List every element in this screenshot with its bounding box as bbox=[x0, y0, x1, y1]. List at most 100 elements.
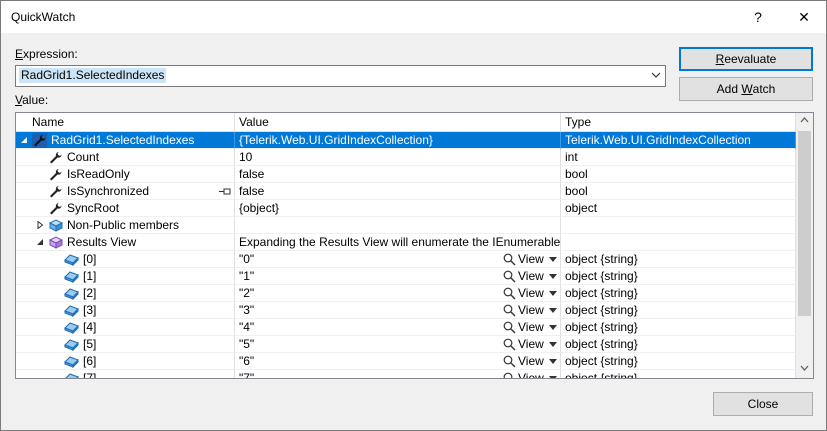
table-row[interactable]: IsReadOnly false bool bbox=[16, 166, 796, 183]
name-cell[interactable]: [4] bbox=[16, 319, 235, 336]
type-cell[interactable]: object {string} bbox=[561, 319, 796, 336]
table-row[interactable]: [3] "3" View object {string} bbox=[16, 302, 796, 319]
table-row[interactable]: [0] "0" View object {string} bbox=[16, 251, 796, 268]
table-row[interactable]: [4] "4" View object {string} bbox=[16, 319, 796, 336]
reevaluate-button[interactable]: Reevaluate bbox=[679, 47, 813, 71]
table-row[interactable]: Non-Public members bbox=[16, 217, 796, 234]
value-cell[interactable]: "0" View bbox=[235, 251, 561, 268]
name-cell[interactable]: [7] bbox=[16, 370, 235, 378]
pin-icon[interactable] bbox=[219, 187, 231, 196]
visualizer-view-button[interactable]: View bbox=[503, 336, 557, 352]
type-cell[interactable]: bool bbox=[561, 166, 796, 183]
name-cell[interactable]: [6] bbox=[16, 353, 235, 370]
name-cell[interactable]: IsSynchronized bbox=[16, 183, 235, 200]
type-cell[interactable]: object {string} bbox=[561, 336, 796, 353]
visualizer-view-button[interactable]: View bbox=[503, 302, 557, 318]
visualizer-view-button[interactable]: View bbox=[503, 285, 557, 301]
type-cell[interactable]: bool bbox=[561, 183, 796, 200]
value-cell[interactable]: "1" View bbox=[235, 268, 561, 285]
value-cell[interactable]: false bbox=[235, 166, 561, 183]
name-cell[interactable]: IsReadOnly bbox=[16, 166, 235, 183]
type-cell[interactable]: object {string} bbox=[561, 353, 796, 370]
dropdown-arrow-icon[interactable] bbox=[548, 342, 557, 347]
visualizer-view-button[interactable]: View bbox=[503, 319, 557, 335]
name-cell[interactable]: Non-Public members bbox=[16, 217, 235, 234]
scroll-up-icon[interactable] bbox=[800, 117, 809, 123]
value-cell[interactable]: {Telerik.Web.UI.GridIndexCollection} bbox=[235, 132, 561, 149]
add-watch-button[interactable]: Add Watch bbox=[679, 77, 813, 101]
item-value: "5" bbox=[239, 337, 255, 351]
dropdown-arrow-icon[interactable] bbox=[548, 376, 557, 379]
value-cell[interactable]: "2" View bbox=[235, 285, 561, 302]
type-cell[interactable]: object {string} bbox=[561, 370, 796, 378]
name-cell[interactable]: [1] bbox=[16, 268, 235, 285]
table-row[interactable]: [1] "1" View object {string} bbox=[16, 268, 796, 285]
expand-triangle-icon[interactable] bbox=[36, 221, 44, 229]
scroll-down-icon[interactable] bbox=[800, 365, 809, 371]
value-cell[interactable]: false bbox=[235, 183, 561, 200]
type-cell[interactable]: object {string} bbox=[561, 285, 796, 302]
name-cell[interactable]: Results View bbox=[16, 234, 235, 251]
name-cell[interactable]: [0] bbox=[16, 251, 235, 268]
type-cell[interactable]: int bbox=[561, 149, 796, 166]
name-cell[interactable]: [5] bbox=[16, 336, 235, 353]
type-cell[interactable]: Telerik.Web.UI.GridIndexCollection bbox=[561, 132, 796, 149]
dropdown-arrow-icon[interactable] bbox=[548, 274, 557, 279]
type-cell[interactable]: object {string} bbox=[561, 268, 796, 285]
visualizer-view-button[interactable]: View bbox=[503, 370, 557, 379]
help-button[interactable]: ? bbox=[738, 1, 778, 33]
close-window-button[interactable]: ✕ bbox=[784, 1, 824, 33]
visualizer-view-button[interactable]: View bbox=[503, 268, 557, 284]
expression-combobox[interactable]: RadGrid1.SelectedIndexes bbox=[15, 65, 666, 87]
vertical-scrollbar[interactable] bbox=[796, 113, 813, 378]
dropdown-arrow-icon[interactable] bbox=[548, 325, 557, 330]
table-row[interactable]: [7] "7" View object {string} bbox=[16, 370, 796, 379]
collapse-triangle-icon[interactable] bbox=[36, 238, 44, 246]
table-row[interactable]: Count 10 int bbox=[16, 149, 796, 166]
dropdown-arrow-icon[interactable] bbox=[548, 291, 557, 296]
close-button[interactable]: Close bbox=[713, 392, 813, 416]
expression-input[interactable]: RadGrid1.SelectedIndexes bbox=[19, 68, 167, 83]
column-header-value[interactable]: Value bbox=[235, 113, 561, 131]
table-row[interactable]: SyncRoot {object} object bbox=[16, 200, 796, 217]
value-cell[interactable]: "4" View bbox=[235, 319, 561, 336]
table-row[interactable]: IsSynchronized false bool bbox=[16, 183, 796, 200]
value-cell[interactable] bbox=[235, 217, 561, 234]
value-cell[interactable]: "3" View bbox=[235, 302, 561, 319]
value-cell[interactable]: "5" View bbox=[235, 336, 561, 353]
type-cell[interactable] bbox=[561, 217, 796, 234]
item-type: object {string} bbox=[565, 269, 638, 283]
name-cell[interactable]: Count bbox=[16, 149, 235, 166]
dropdown-arrow-icon[interactable] bbox=[548, 308, 557, 313]
visualizer-view-button[interactable]: View bbox=[503, 353, 557, 369]
visualizer-view-button[interactable]: View bbox=[503, 251, 557, 267]
name-cell[interactable]: [2] bbox=[16, 285, 235, 302]
type-cell[interactable]: object {string} bbox=[561, 251, 796, 268]
item-value: {Telerik.Web.UI.GridIndexCollection} bbox=[239, 133, 433, 147]
value-cell[interactable]: {object} bbox=[235, 200, 561, 217]
dropdown-arrow-icon[interactable] bbox=[548, 359, 557, 364]
table-row[interactable]: RadGrid1.SelectedIndexes {Telerik.Web.UI.… bbox=[16, 132, 796, 149]
value-cell[interactable]: "6" View bbox=[235, 353, 561, 370]
watch-grid[interactable]: Name Value Type RadGrid1.SelectedIndexes… bbox=[15, 112, 814, 379]
table-row[interactable]: [2] "2" View object {string} bbox=[16, 285, 796, 302]
type-cell[interactable]: object {string} bbox=[561, 302, 796, 319]
type-cell[interactable] bbox=[561, 234, 796, 251]
column-header-name[interactable]: Name bbox=[16, 113, 235, 131]
collapse-triangle-icon[interactable] bbox=[20, 136, 28, 144]
value-cell[interactable]: Expanding the Results View will enumerat… bbox=[235, 234, 561, 251]
item-value: "3" bbox=[239, 303, 255, 317]
value-cell[interactable]: 10 bbox=[235, 149, 561, 166]
scrollbar-thumb[interactable] bbox=[798, 131, 811, 316]
dropdown-arrow-icon[interactable] bbox=[548, 257, 557, 262]
column-header-type[interactable]: Type bbox=[561, 113, 796, 131]
value-cell[interactable]: "7" View bbox=[235, 370, 561, 379]
table-row[interactable]: Results View Expanding the Results View w… bbox=[16, 234, 796, 251]
chevron-down-icon[interactable] bbox=[650, 69, 662, 81]
name-cell[interactable]: SyncRoot bbox=[16, 200, 235, 217]
table-row[interactable]: [5] "5" View object {string} bbox=[16, 336, 796, 353]
type-cell[interactable]: object bbox=[561, 200, 796, 217]
table-row[interactable]: [6] "6" View object {string} bbox=[16, 353, 796, 370]
name-cell[interactable]: RadGrid1.SelectedIndexes bbox=[16, 132, 235, 149]
name-cell[interactable]: [3] bbox=[16, 302, 235, 319]
